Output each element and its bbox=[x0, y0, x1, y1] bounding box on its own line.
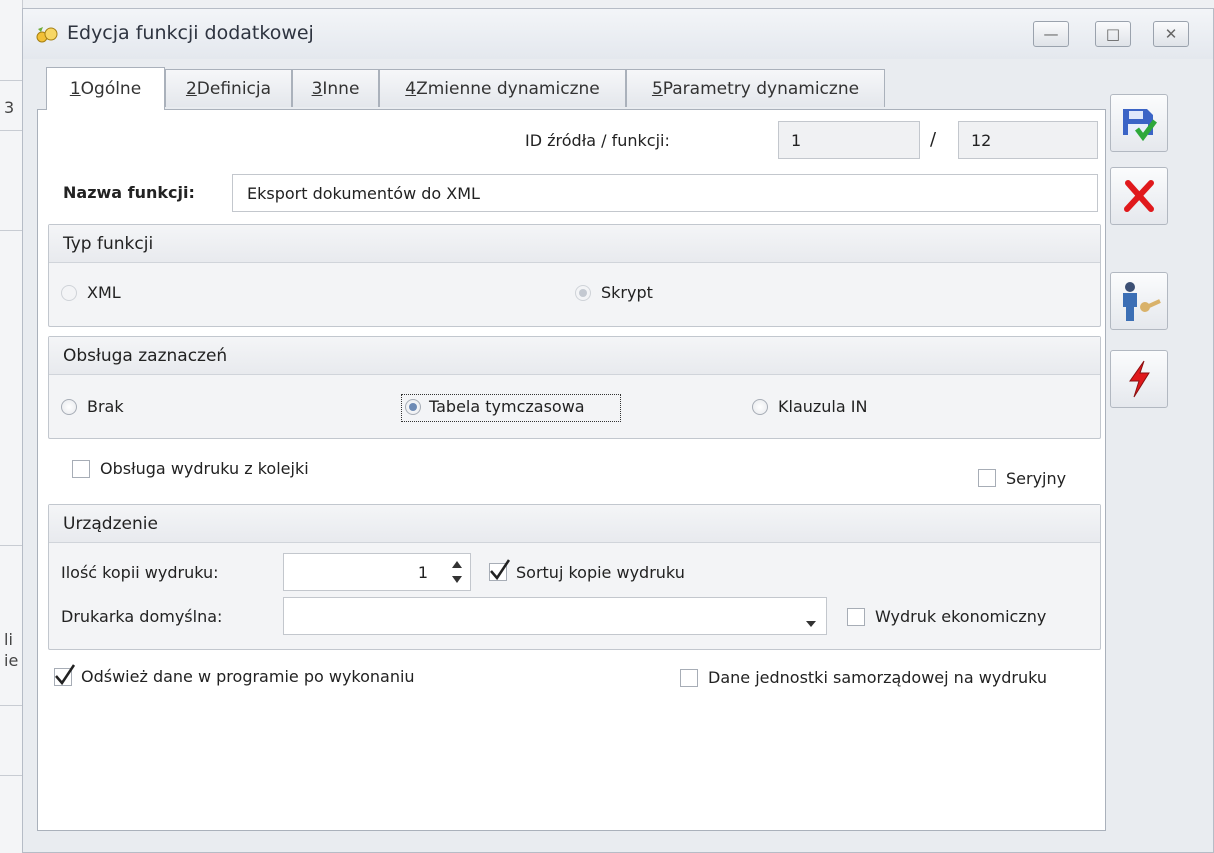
sort-copies-checkbox[interactable] bbox=[489, 559, 511, 581]
function-name-input[interactable]: Eksport dokumentów do XML bbox=[232, 174, 1098, 212]
title-bar[interactable]: Edycja funkcji dodatkowej — □ ✕ bbox=[23, 9, 1213, 59]
cancel-button[interactable] bbox=[1110, 167, 1168, 225]
id-source-field: 1 bbox=[778, 121, 920, 159]
execute-button[interactable] bbox=[1110, 350, 1168, 408]
minimize-icon: — bbox=[1043, 25, 1059, 43]
window-title: Edycja funkcji dodatkowej bbox=[67, 22, 314, 44]
tab-label: Inne bbox=[322, 78, 360, 99]
id-label: ID źródła / funkcji: bbox=[525, 131, 670, 150]
device-group: Urządzenie Ilość kopii wydruku: 1 Sortuj… bbox=[48, 504, 1101, 650]
name-label: Nazwa funkcji: bbox=[63, 183, 195, 202]
tab-label: Definicja bbox=[196, 78, 272, 99]
radio-tabela-tymczasowa-label: Tabela tymczasowa bbox=[429, 397, 585, 416]
id-separator: / bbox=[930, 129, 937, 150]
refresh-label: Odśwież dane w programie po wykonaniu bbox=[81, 667, 415, 686]
background-app-strip bbox=[0, 0, 23, 853]
tab-definicja[interactable]: 2 Definicja bbox=[165, 69, 292, 107]
selection-handling-group: Obsługa zaznaczeń Brak Tabela tymczasowa… bbox=[48, 336, 1101, 439]
economic-print-checkbox[interactable] bbox=[847, 608, 865, 626]
maximize-button[interactable]: □ bbox=[1095, 21, 1131, 47]
radio-brak-label: Brak bbox=[87, 397, 124, 416]
radio-tabela-tymczasowa[interactable] bbox=[405, 399, 421, 415]
spinner-arrows-icon[interactable] bbox=[449, 556, 465, 588]
serial-label: Seryjny bbox=[1006, 469, 1067, 488]
local-gov-label: Dane jednostki samorządowej na wydruku bbox=[708, 668, 1048, 687]
tab-number: 4 bbox=[405, 78, 417, 99]
selection-handling-title: Obsługa zaznaczeń bbox=[49, 337, 1100, 375]
checkmark-icon bbox=[55, 664, 76, 686]
radio-klauzula-in-label: Klauzula IN bbox=[778, 397, 868, 416]
background-text: 3 bbox=[4, 98, 15, 117]
background-divider bbox=[0, 705, 22, 706]
background-divider bbox=[0, 230, 22, 231]
sort-copies-label: Sortuj kopie wydruku bbox=[516, 563, 685, 582]
function-app-icon bbox=[35, 25, 59, 45]
background-text: li bbox=[4, 630, 13, 649]
tab-parametry-dynamiczne[interactable]: 5 Parametry dynamiczne bbox=[626, 69, 885, 107]
tab-number: 2 bbox=[185, 78, 197, 99]
economic-print-label: Wydruk ekonomiczny bbox=[875, 607, 1047, 626]
background-divider bbox=[0, 80, 22, 81]
radio-klauzula-in[interactable] bbox=[752, 399, 768, 415]
background-divider bbox=[0, 545, 22, 546]
printer-select[interactable] bbox=[283, 597, 827, 635]
refresh-checkbox[interactable] bbox=[54, 664, 76, 686]
function-type-title: Typ funkcji bbox=[49, 225, 1100, 263]
tab-number: 3 bbox=[311, 78, 323, 99]
save-icon bbox=[1123, 109, 1157, 142]
radio-xml[interactable] bbox=[61, 285, 77, 301]
function-type-group: Typ funkcji XML Skrypt bbox=[48, 224, 1101, 327]
minimize-button[interactable]: — bbox=[1033, 21, 1069, 47]
printer-label: Drukarka domyślna: bbox=[61, 607, 223, 626]
print-queue-checkbox[interactable] bbox=[72, 460, 90, 478]
background-divider bbox=[0, 775, 22, 776]
user-key-icon bbox=[1123, 282, 1161, 321]
lightning-icon bbox=[1129, 360, 1150, 398]
close-icon: ✕ bbox=[1164, 25, 1178, 43]
save-button[interactable] bbox=[1110, 94, 1168, 152]
id-function-field: 12 bbox=[958, 121, 1098, 159]
radio-skrypt-label: Skrypt bbox=[601, 283, 653, 302]
tab-ogolne[interactable]: 1 Ogólne bbox=[46, 67, 165, 110]
radio-skrypt[interactable] bbox=[575, 285, 591, 301]
local-gov-checkbox[interactable] bbox=[680, 669, 698, 687]
serial-checkbox[interactable] bbox=[978, 469, 996, 487]
background-text: ie bbox=[4, 651, 19, 670]
close-window-button[interactable]: ✕ bbox=[1153, 21, 1189, 47]
radio-xml-label: XML bbox=[87, 283, 121, 302]
chevron-down-icon[interactable] bbox=[805, 613, 817, 633]
cancel-icon bbox=[1124, 180, 1154, 212]
tab-label: Ogólne bbox=[80, 79, 142, 99]
tab-inne[interactable]: 3 Inne bbox=[292, 69, 379, 107]
tab-number: 1 bbox=[69, 79, 81, 99]
tab-label: Zmienne dynamiczne bbox=[416, 78, 600, 99]
copies-label: Ilość kopii wydruku: bbox=[61, 563, 219, 582]
maximize-icon: □ bbox=[1105, 25, 1121, 43]
copies-spinner[interactable]: 1 bbox=[283, 553, 471, 591]
tab-zmienne-dynamiczne[interactable]: 4 Zmienne dynamiczne bbox=[379, 69, 626, 107]
permissions-button[interactable] bbox=[1110, 272, 1168, 330]
radio-brak[interactable] bbox=[61, 399, 77, 415]
tab-number: 5 bbox=[651, 78, 663, 99]
background-divider bbox=[0, 130, 22, 131]
print-queue-label: Obsługa wydruku z kolejki bbox=[100, 459, 309, 478]
tab-label: Parametry dynamiczne bbox=[662, 78, 860, 99]
checkmark-icon bbox=[490, 559, 511, 581]
device-title: Urządzenie bbox=[49, 505, 1100, 543]
